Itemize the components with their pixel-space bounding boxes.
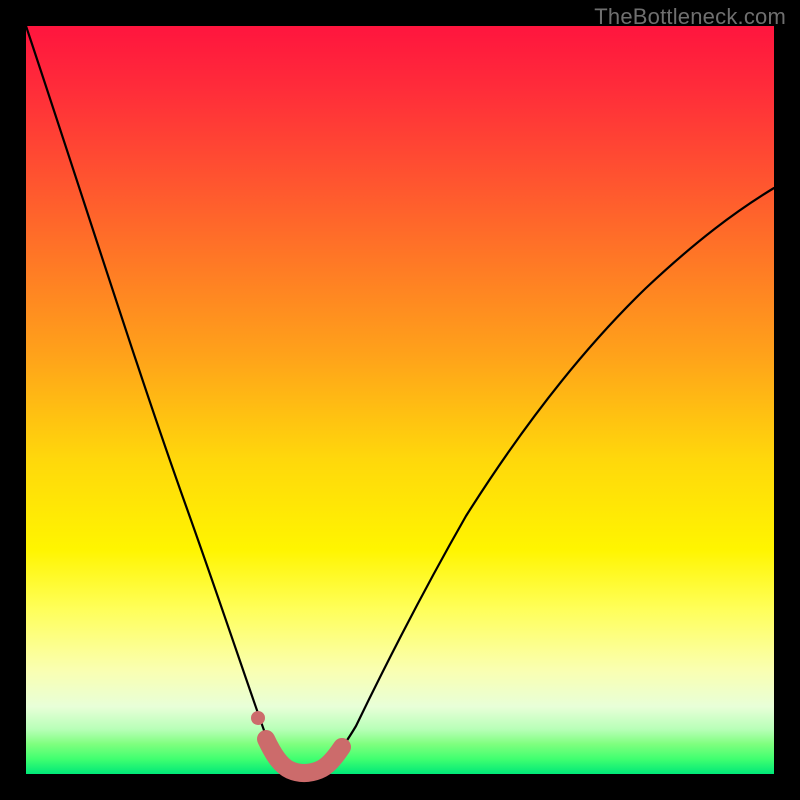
watermark-text: TheBottleneck.com xyxy=(594,4,786,30)
optimal-zone-highlight xyxy=(266,739,342,773)
bottleneck-curve-svg xyxy=(26,26,774,774)
curve-marker-dot xyxy=(251,711,265,725)
bottleneck-curve-line xyxy=(26,26,774,773)
chart-plot-area xyxy=(26,26,774,774)
